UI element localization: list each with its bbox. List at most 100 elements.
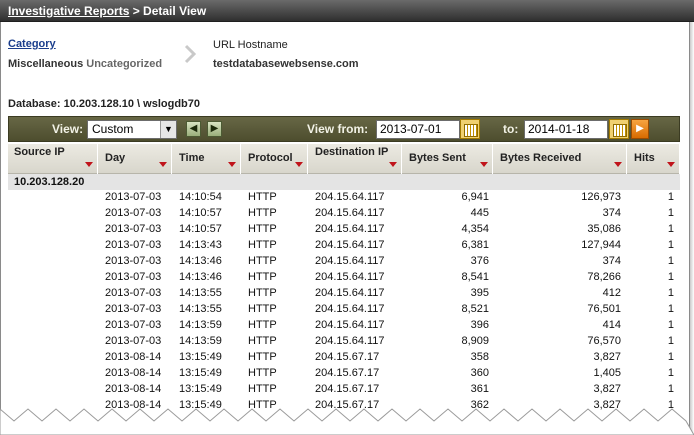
go-button[interactable]: ▶ bbox=[631, 119, 649, 139]
category-value-sub: Uncategorized bbox=[86, 58, 163, 70]
bytes-sent-cell: 358 bbox=[470, 351, 489, 363]
protocol-cell: HTTP bbox=[248, 367, 277, 379]
time-cell: 14:13:55 bbox=[179, 303, 222, 315]
column-protocol[interactable]: Protocol bbox=[242, 144, 308, 174]
day-cell: 2013-08-14 bbox=[105, 367, 162, 379]
day-cell: 2013-07-03 bbox=[105, 335, 162, 347]
table-row: 2013-08-14 13:15:49 HTTP 204.15.67.17 358 3,8… bbox=[8, 350, 680, 366]
table-row: 2013-07-03 14:10:57 HTTP 204.15.64.117 445 37… bbox=[8, 206, 680, 222]
sort-arrow-icon bbox=[85, 162, 93, 167]
table-row: 2013-08-14 13:15:49 HTTP 204.15.67.17 360 1,4… bbox=[8, 366, 680, 382]
view-from-label: View from: bbox=[307, 122, 369, 136]
sort-arrow-icon bbox=[389, 162, 397, 167]
day-cell: 2013-07-03 bbox=[105, 303, 162, 315]
time-cell: 14:13:46 bbox=[179, 271, 222, 283]
bytes-received-cell: 412 bbox=[602, 287, 621, 299]
group-row-source-ip: 10.203.128.20 bbox=[8, 174, 680, 190]
time-cell: 14:10:57 bbox=[179, 223, 222, 235]
table-row: 2013-07-03 14:13:43 HTTP 204.15.64.117 6,381… bbox=[8, 238, 680, 254]
hits-cell: 1 bbox=[667, 367, 674, 379]
database-value: 10.203.128.10 \ wslogdb70 bbox=[63, 98, 200, 110]
hits-cell: 1 bbox=[667, 351, 674, 363]
title-bar: Investigative Reports > Detail View bbox=[0, 0, 694, 22]
sort-arrow-icon bbox=[159, 162, 167, 167]
column-day[interactable]: Day bbox=[99, 144, 172, 174]
to-calendar-icon[interactable] bbox=[609, 119, 629, 139]
to-date-input[interactable]: 2014-01-18 bbox=[524, 120, 608, 139]
bytes-sent-cell: 6,381 bbox=[461, 239, 489, 251]
previous-period-button[interactable]: ◀ bbox=[186, 121, 201, 137]
protocol-cell: HTTP bbox=[248, 383, 277, 395]
day-cell: 2013-07-03 bbox=[105, 191, 162, 203]
column-bytes-sent[interactable]: Bytes Sent bbox=[403, 144, 493, 174]
go-arrow-icon: ▶ bbox=[636, 123, 644, 134]
column-time[interactable]: Time bbox=[173, 144, 241, 174]
destination-ip-cell: 204.15.64.117 bbox=[315, 239, 385, 251]
table-row: 2013-08-14 13:15:49 HTTP 204.15.67.17 361 3,8… bbox=[8, 382, 680, 398]
breadcrumb-investigative-reports-link[interactable]: Investigative Reports bbox=[8, 4, 129, 18]
bytes-received-cell: 127,944 bbox=[581, 239, 621, 251]
day-cell: 2013-07-03 bbox=[105, 271, 162, 283]
destination-ip-cell: 204.15.64.117 bbox=[315, 191, 385, 203]
url-hostname-header: URL Hostname bbox=[213, 39, 288, 51]
destination-ip-cell: 204.15.64.117 bbox=[315, 319, 385, 331]
bytes-received-cell: 76,570 bbox=[587, 335, 621, 347]
destination-ip-cell: 204.15.64.117 bbox=[315, 271, 385, 283]
arrow-left-icon: ◀ bbox=[189, 123, 198, 134]
bytes-sent-cell: 360 bbox=[470, 367, 489, 379]
category-value: Miscellaneous Uncategorized bbox=[8, 58, 162, 70]
protocol-cell: HTTP bbox=[248, 319, 277, 331]
column-source-ip[interactable]: Source IP bbox=[8, 144, 98, 174]
bytes-sent-cell: 8,909 bbox=[461, 335, 489, 347]
chevron-down-icon: ▼ bbox=[160, 121, 176, 138]
protocol-cell: HTTP bbox=[248, 287, 277, 299]
time-cell: 13:15:49 bbox=[179, 351, 222, 363]
hits-cell: 1 bbox=[667, 239, 674, 251]
from-date-input[interactable]: 2013-07-01 bbox=[376, 120, 460, 139]
column-hits[interactable]: Hits bbox=[628, 144, 680, 174]
bytes-received-cell: 76,501 bbox=[587, 303, 621, 315]
category-link[interactable]: Category bbox=[8, 38, 56, 50]
hits-cell: 1 bbox=[667, 255, 674, 267]
sort-arrow-icon bbox=[295, 162, 303, 167]
view-selected-value: Custom bbox=[92, 122, 134, 136]
database-line: Database: 10.203.128.10 \ wslogdb70 bbox=[8, 98, 200, 110]
destination-ip-cell: 204.15.67.17 bbox=[315, 367, 380, 379]
table-row: 2013-07-03 14:13:59 HTTP 204.15.64.117 8,909… bbox=[8, 334, 680, 350]
category-criteria: Category Miscellaneous Uncategorized bbox=[8, 38, 162, 70]
time-cell: 14:13:55 bbox=[179, 287, 222, 299]
category-value-main: Miscellaneous bbox=[8, 58, 84, 70]
protocol-cell: HTTP bbox=[248, 303, 277, 315]
hits-cell: 1 bbox=[667, 303, 674, 315]
destination-ip-cell: 204.15.67.17 bbox=[315, 351, 380, 363]
bytes-received-cell: 3,827 bbox=[593, 351, 621, 363]
breadcrumb-current: > Detail View bbox=[129, 4, 207, 18]
day-cell: 2013-07-03 bbox=[105, 223, 162, 235]
bytes-received-cell: 1,405 bbox=[593, 367, 621, 379]
table-row: 2013-07-03 14:13:55 HTTP 204.15.64.117 395 41… bbox=[8, 286, 680, 302]
url-hostname-value: testdatabasewebsense.com bbox=[213, 58, 359, 70]
destination-ip-cell: 204.15.64.117 bbox=[315, 223, 385, 235]
sort-arrow-icon bbox=[480, 162, 488, 167]
protocol-cell: HTTP bbox=[248, 207, 277, 219]
day-cell: 2013-08-14 bbox=[105, 383, 162, 395]
view-label: View: bbox=[52, 122, 84, 136]
column-destination-ip[interactable]: Destination IP bbox=[309, 144, 402, 174]
view-select[interactable]: Custom ▼ bbox=[87, 120, 177, 139]
hits-cell: 1 bbox=[667, 207, 674, 219]
table-header: Source IP Day Time Protocol Destination … bbox=[8, 144, 680, 174]
table-row: 2013-07-03 14:13:46 HTTP 204.15.64.117 376 37… bbox=[8, 254, 680, 270]
hits-cell: 1 bbox=[667, 271, 674, 283]
time-cell: 14:10:57 bbox=[179, 207, 222, 219]
arrow-right-icon: ▶ bbox=[210, 123, 219, 134]
table-row: 2013-07-03 14:13:59 HTTP 204.15.64.117 396 41… bbox=[8, 318, 680, 334]
chevron-right-icon bbox=[184, 44, 197, 64]
from-calendar-icon[interactable] bbox=[460, 119, 480, 139]
next-period-button[interactable]: ▶ bbox=[207, 121, 222, 137]
bytes-sent-cell: 445 bbox=[470, 207, 489, 219]
hits-cell: 1 bbox=[667, 191, 674, 203]
column-bytes-received[interactable]: Bytes Received bbox=[494, 144, 627, 174]
hits-cell: 1 bbox=[667, 335, 674, 347]
time-cell: 13:15:49 bbox=[179, 367, 222, 379]
time-cell: 14:13:59 bbox=[179, 335, 222, 347]
